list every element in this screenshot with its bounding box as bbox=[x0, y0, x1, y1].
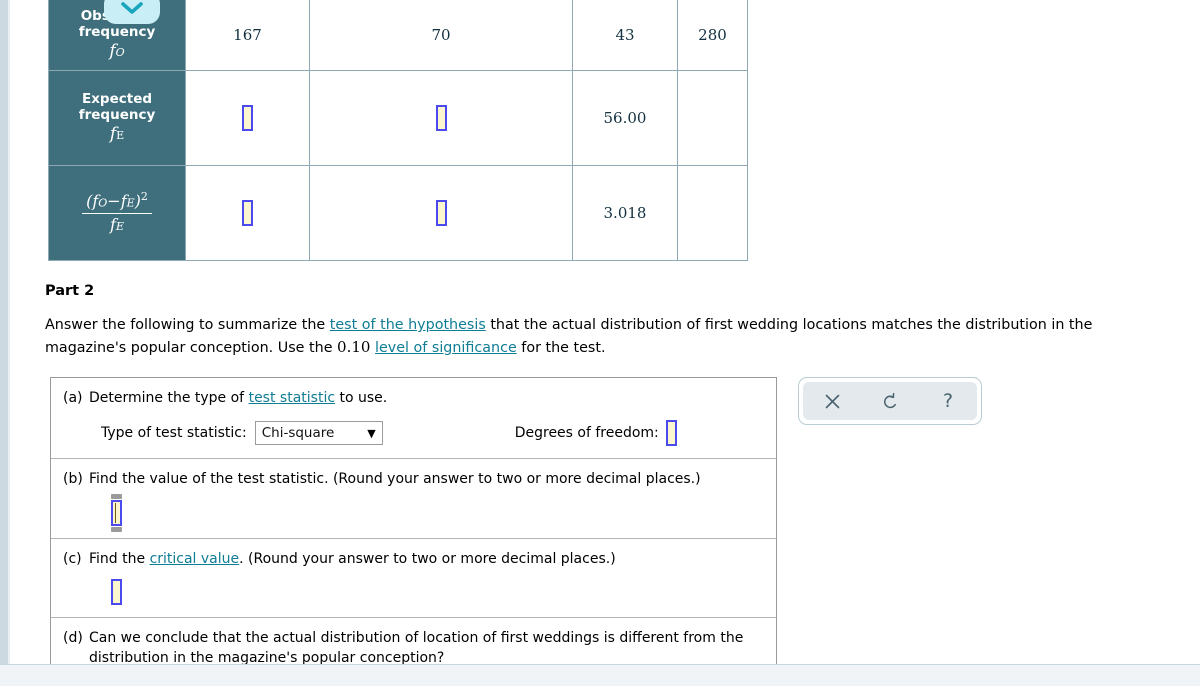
window-left-edge-inner bbox=[8, 0, 10, 686]
question-c-label: (c) bbox=[63, 550, 82, 567]
type-of-test-statistic-label: Type of test statistic: bbox=[101, 425, 247, 442]
page-root: Observed frequency fO 167 70 43 280 Expe… bbox=[0, 0, 1200, 686]
answer-tools-panel: ? bbox=[798, 377, 982, 425]
expected-input-col2[interactable] bbox=[435, 105, 447, 131]
row-header-line-1: Expected bbox=[81, 90, 153, 107]
question-a-text-1: Determine the type of bbox=[89, 390, 249, 406]
question-c-text-1: Find the bbox=[89, 550, 150, 567]
table-row: Expected frequency fE 56.00 bbox=[48, 70, 748, 166]
question-a-prompt: (a) Determine the type of test statistic … bbox=[63, 388, 764, 408]
row-header-line-2: frequency bbox=[78, 24, 156, 41]
question-b-answer-row bbox=[63, 493, 764, 532]
expected-input-col1[interactable] bbox=[242, 105, 253, 131]
test-statistic-value-input[interactable] bbox=[111, 499, 122, 526]
question-d-prompt: (d) Can we conclude that the actual distr… bbox=[63, 628, 764, 669]
chi-input-col1[interactable] bbox=[242, 200, 253, 226]
question-c-text-2: . (Round your answer to two or more deci… bbox=[239, 550, 616, 567]
part-text-1: Answer the following to summarize the bbox=[45, 317, 330, 333]
cell-chi-total bbox=[677, 165, 748, 261]
question-b-text: Find the value of the test statistic. (R… bbox=[89, 471, 701, 488]
question-b-prompt: (b) Find the value of the test statistic.… bbox=[63, 469, 764, 489]
question-c-text: Find the critical value. (Round your ans… bbox=[89, 549, 758, 569]
part-title: Part 2 bbox=[45, 283, 95, 299]
chevron-down-icon: ▼ bbox=[367, 426, 376, 440]
degrees-of-freedom-input[interactable] bbox=[665, 420, 677, 447]
table-row: (fO−fE)2 fE 3.018 bbox=[48, 165, 748, 261]
question-c: (c) Find the critical value. (Round your … bbox=[51, 539, 776, 618]
bottom-status-band bbox=[0, 664, 1200, 686]
part-description: Answer the following to summarize the te… bbox=[45, 314, 1165, 359]
window-left-edge bbox=[0, 0, 8, 686]
link-critical-value[interactable]: critical value bbox=[150, 551, 240, 567]
test-statistic-value-input-wrapper[interactable] bbox=[111, 493, 122, 532]
selection-handle-bottom-icon[interactable] bbox=[111, 526, 122, 532]
link-test-of-the-hypothesis[interactable]: test of the hypothesis bbox=[330, 317, 486, 333]
row-header-line-2: frequency bbox=[78, 107, 156, 124]
cell-expected-col3: 56.00 bbox=[572, 70, 678, 166]
chi-input-col2[interactable] bbox=[435, 200, 447, 226]
selection-handle-top-icon[interactable] bbox=[111, 493, 122, 499]
cell-observed-col3: 43 bbox=[572, 0, 678, 71]
part-text-3: for the test. bbox=[516, 340, 606, 357]
undo-icon bbox=[883, 392, 896, 408]
undo-button[interactable] bbox=[873, 386, 907, 416]
link-test-statistic[interactable]: test statistic bbox=[249, 390, 335, 406]
chi-square-table: Observed frequency fO 167 70 43 280 Expe… bbox=[48, 0, 748, 261]
cell-expected-col2[interactable] bbox=[309, 70, 573, 166]
questions-panel: (a) Determine the type of test statistic … bbox=[50, 377, 777, 686]
cell-observed-total: 280 bbox=[677, 0, 748, 71]
help-button[interactable]: ? bbox=[931, 386, 965, 416]
question-a: (a) Determine the type of test statistic … bbox=[51, 378, 776, 460]
clear-button[interactable] bbox=[815, 386, 849, 416]
cell-expected-total bbox=[677, 70, 748, 166]
question-b-label: (b) bbox=[63, 471, 83, 488]
question-a-text: Determine the type of test statistic to … bbox=[89, 388, 758, 408]
cell-observed-col1: 167 bbox=[185, 0, 310, 71]
cell-chi-col2[interactable] bbox=[309, 165, 573, 261]
cell-observed-col2: 70 bbox=[309, 0, 573, 71]
row-header-expected-frequency: Expected frequency fE bbox=[48, 70, 186, 166]
link-level-of-significance[interactable]: level of significance bbox=[375, 340, 517, 356]
test-statistic-select-value: Chi-square bbox=[261, 425, 335, 442]
degrees-of-freedom-group: Degrees of freedom: bbox=[514, 420, 677, 447]
cell-chi-col3: 3.018 bbox=[572, 165, 678, 261]
degrees-of-freedom-label: Degrees of freedom: bbox=[514, 425, 659, 442]
row-header-chi-contribution: (fO−fE)2 fE bbox=[48, 165, 186, 261]
row-header-symbol-fe: fE bbox=[109, 124, 125, 145]
significance-alpha-value: 0.10 bbox=[337, 338, 371, 357]
question-a-text-2: to use. bbox=[335, 390, 388, 406]
answer-tools-inner: ? bbox=[803, 382, 977, 420]
question-a-label: (a) bbox=[63, 390, 83, 406]
text-caret bbox=[114, 502, 116, 523]
question-c-prompt: (c) Find the critical value. (Round your … bbox=[63, 549, 764, 569]
question-mark-icon: ? bbox=[942, 389, 954, 412]
cell-chi-col1[interactable] bbox=[185, 165, 310, 261]
test-statistic-select[interactable]: Chi-square ▼ bbox=[254, 421, 383, 446]
chi-fraction-formula: (fO−fE)2 fE bbox=[82, 190, 152, 234]
question-b: (b) Find the value of the test statistic.… bbox=[51, 459, 776, 539]
critical-value-input[interactable] bbox=[111, 578, 122, 605]
question-d-label: (d) bbox=[63, 629, 83, 646]
close-icon bbox=[825, 394, 839, 408]
chevron-down-icon[interactable] bbox=[104, 0, 160, 24]
cell-expected-col1[interactable] bbox=[185, 70, 310, 166]
row-header-symbol-fo: fO bbox=[109, 41, 125, 62]
question-d-text: Can we conclude that the actual distribu… bbox=[89, 629, 744, 667]
question-c-answer-row bbox=[63, 578, 764, 605]
question-a-controls: Type of test statistic: Chi-square ▼ Deg… bbox=[63, 420, 764, 447]
